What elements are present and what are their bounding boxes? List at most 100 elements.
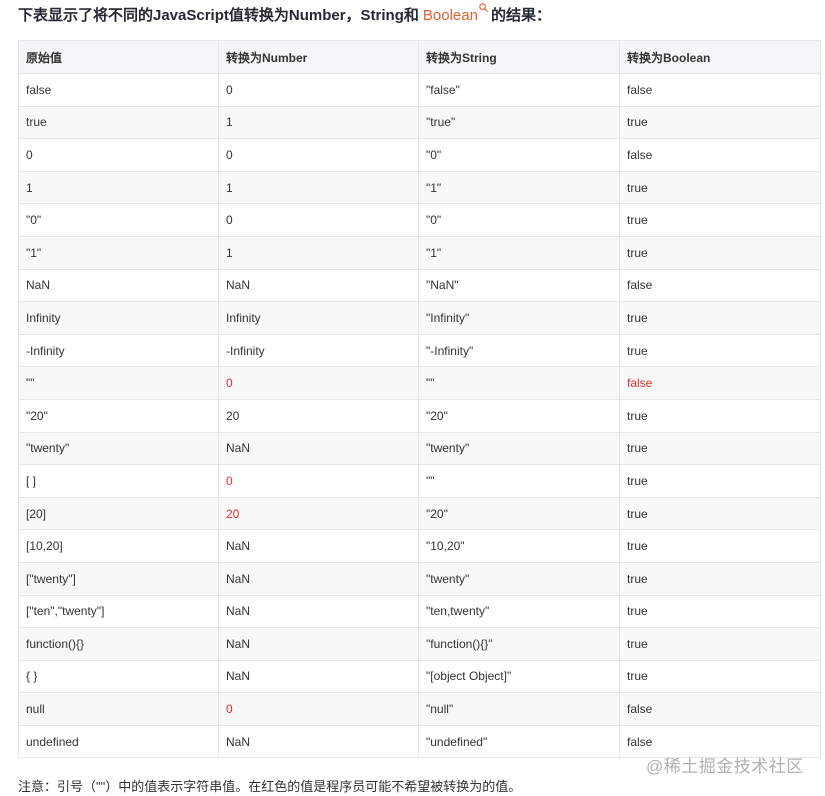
boolean-value-cell: true xyxy=(619,203,821,237)
original-value-cell: "" xyxy=(18,366,219,400)
string-value-cell: "NaN" xyxy=(418,268,620,303)
original-value-cell: Infinity xyxy=(18,301,219,335)
table-row: "1" 1 "1" true xyxy=(18,235,821,270)
string-value-cell: "20" xyxy=(418,398,620,433)
boolean-link[interactable]: Boolean xyxy=(423,7,478,24)
boolean-value-cell: true xyxy=(619,561,821,596)
number-value-cell: 0 xyxy=(218,366,419,400)
string-value-cell: "0" xyxy=(418,203,620,237)
string-value-cell: "false" xyxy=(418,73,620,107)
boolean-value-cell: true xyxy=(619,659,821,694)
string-value-cell: "null" xyxy=(418,692,620,726)
number-value-cell: NaN xyxy=(218,561,419,596)
boolean-value-cell: true xyxy=(619,627,821,661)
original-value-cell: ["ten","twenty"] xyxy=(18,594,219,629)
table-header-row: 原始值 转换为Number 转换为String 转换为Boolean xyxy=(18,40,821,74)
original-value-cell: true xyxy=(18,105,219,140)
table-row: "twenty" NaN "twenty" true xyxy=(18,431,821,466)
string-value-cell: "true" xyxy=(418,105,620,140)
string-value-cell: "1" xyxy=(418,170,620,205)
number-value-cell: 1 xyxy=(218,105,419,140)
heading-text-after: 的结果： xyxy=(490,7,551,24)
string-value-cell: "" xyxy=(418,366,620,400)
header-to-string: 转换为String xyxy=(418,40,620,74)
header-to-number: 转换为Number xyxy=(218,40,419,74)
table-row: "" 0 "" false xyxy=(18,366,821,400)
string-value-cell: "10,20" xyxy=(418,529,620,563)
table-row: [10,20] NaN "10,20" true xyxy=(18,529,821,563)
boolean-value-cell: true xyxy=(619,431,821,466)
original-value-cell: NaN xyxy=(18,268,219,303)
number-value-cell: 0 xyxy=(218,692,419,726)
original-value-cell: ["twenty"] xyxy=(18,561,219,596)
boolean-value-cell: false xyxy=(619,366,821,400)
string-value-cell: "20" xyxy=(418,496,620,531)
string-value-cell: "1" xyxy=(418,235,620,270)
footnote: 注意：引号（""）中的值表示字符串值。在红色的值是程序员可能不希望被转换为的值。 xyxy=(18,779,522,794)
original-value-cell: "20" xyxy=(18,398,219,433)
number-value-cell: -Infinity xyxy=(218,333,419,368)
original-value-cell: [10,20] xyxy=(18,529,219,563)
original-value-cell: 1 xyxy=(18,170,219,205)
original-value-cell: null xyxy=(18,692,219,726)
table-row: [ ] 0 "" true xyxy=(18,464,821,498)
original-value-cell: -Infinity xyxy=(18,333,219,368)
boolean-value-cell: true xyxy=(619,496,821,531)
table-row: [20] 20 "20" true xyxy=(18,496,821,531)
table-row: { } NaN "[object Object]" true xyxy=(18,659,821,694)
boolean-value-cell: true xyxy=(619,594,821,629)
boolean-value-cell: true xyxy=(619,529,821,563)
string-value-cell: "0" xyxy=(418,138,620,172)
original-value-cell: undefined xyxy=(18,724,219,759)
number-value-cell: 0 xyxy=(218,73,419,107)
table-body: false 0 "false" false true 1 "true" true 0 0 "0" fa… xyxy=(18,73,821,759)
string-value-cell: "-Infinity" xyxy=(418,333,620,368)
number-value-cell: NaN xyxy=(218,627,419,661)
watermark: @稀土掘金技术社区 xyxy=(646,757,804,776)
table-row: function(){} NaN "function(){}" true xyxy=(18,627,821,661)
boolean-value-cell: true xyxy=(619,333,821,368)
boolean-value-cell: false xyxy=(619,692,821,726)
string-value-cell: "[object Object]" xyxy=(418,659,620,694)
original-value-cell: 0 xyxy=(18,138,219,172)
table-row: true 1 "true" true xyxy=(18,105,821,140)
number-value-cell: 20 xyxy=(218,398,419,433)
boolean-value-cell: true xyxy=(619,464,821,498)
original-value-cell: { } xyxy=(18,659,219,694)
boolean-value-cell: true xyxy=(619,235,821,270)
original-value-cell: [20] xyxy=(18,496,219,531)
boolean-value-cell: true xyxy=(619,301,821,335)
number-value-cell: Infinity xyxy=(218,301,419,335)
table-row: "0" 0 "0" true xyxy=(18,203,821,237)
table-row: 1 1 "1" true xyxy=(18,170,821,205)
table-row: false 0 "false" false xyxy=(18,73,821,107)
conversion-table: 原始值 转换为Number 转换为String 转换为Boolean false… xyxy=(18,40,821,759)
string-value-cell: "undefined" xyxy=(418,724,620,759)
number-value-cell: NaN xyxy=(218,431,419,466)
original-value-cell: function(){} xyxy=(18,627,219,661)
number-value-cell: NaN xyxy=(218,529,419,563)
number-value-cell: 0 xyxy=(218,138,419,172)
header-original-value: 原始值 xyxy=(18,40,219,74)
header-to-boolean: 转换为Boolean xyxy=(619,40,821,74)
original-value-cell: "twenty" xyxy=(18,431,219,466)
boolean-value-cell: true xyxy=(619,398,821,433)
string-value-cell: "" xyxy=(418,464,620,498)
section-heading: 下表显示了将不同的JavaScript值转换为Number，String和 Boo… xyxy=(18,3,551,28)
number-value-cell: 0 xyxy=(218,464,419,498)
table-row: Infinity Infinity "Infinity" true xyxy=(18,301,821,335)
string-value-cell: "twenty" xyxy=(418,561,620,596)
table-row: ["twenty"] NaN "twenty" true xyxy=(18,561,821,596)
boolean-value-cell: false xyxy=(619,138,821,172)
string-value-cell: "function(){}" xyxy=(418,627,620,661)
table-row: 0 0 "0" false xyxy=(18,138,821,172)
table-row: "20" 20 "20" true xyxy=(18,398,821,433)
table-row: null 0 "null" false xyxy=(18,692,821,726)
number-value-cell: 1 xyxy=(218,170,419,205)
number-value-cell: 20 xyxy=(218,496,419,531)
search-icon xyxy=(479,0,488,12)
string-value-cell: "twenty" xyxy=(418,431,620,466)
original-value-cell: "0" xyxy=(18,203,219,237)
number-value-cell: NaN xyxy=(218,724,419,759)
number-value-cell: NaN xyxy=(218,659,419,694)
